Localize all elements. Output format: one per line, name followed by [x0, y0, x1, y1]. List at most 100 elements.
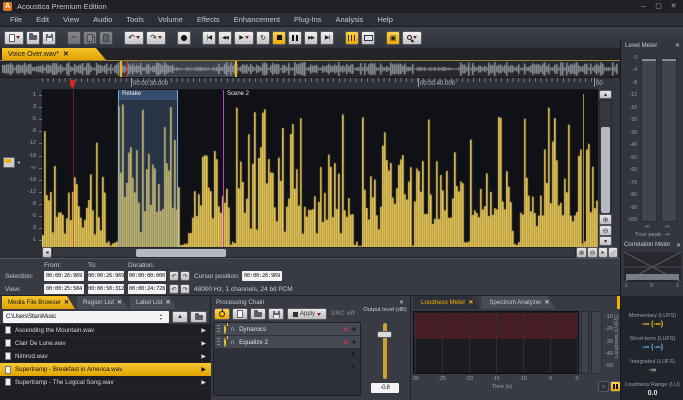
maximize-button[interactable]: ▢: [651, 0, 666, 13]
add-effect-button[interactable]: +: [347, 349, 359, 359]
zoom-vertical-menu-button[interactable]: ▾: [599, 236, 612, 246]
tab-spectrum-analyzer[interactable]: Spectrum Analyzer✕: [481, 296, 555, 309]
redo-button[interactable]: ↷: [146, 31, 166, 45]
timeline-ruler[interactable]: 00:00:30.00000:00:40.00000: [42, 78, 598, 90]
record-button[interactable]: [177, 31, 191, 45]
minimize-button[interactable]: –: [636, 0, 651, 13]
fast-forward-button[interactable]: ▶▶: [304, 31, 318, 45]
menu-view[interactable]: View: [56, 13, 86, 27]
zoom-in-button[interactable]: ⊕: [576, 247, 587, 258]
play-button[interactable]: ▶: [234, 31, 254, 45]
chain-open-button[interactable]: [250, 308, 266, 320]
cursor-position-field[interactable]: 00:00:26:969: [242, 271, 282, 281]
effect-row[interactable]: ∩Dynamics×+: [215, 323, 360, 336]
tab-close-icon[interactable]: ✕: [64, 299, 69, 306]
tab-media-file-browser[interactable]: Media File Browser✕: [2, 296, 75, 309]
vertical-scrollbar[interactable]: [599, 100, 612, 212]
marker-scene2-line[interactable]: [223, 90, 224, 247]
menu-audio[interactable]: Audio: [86, 13, 119, 27]
cursor-marker-icon[interactable]: [70, 80, 75, 89]
overview-view-window[interactable]: [120, 61, 237, 77]
drag-handle-icon[interactable]: [217, 338, 220, 347]
loop-selection-button[interactable]: ▣: [386, 31, 400, 45]
zoom-out-vertical-button[interactable]: ⊖: [599, 225, 612, 236]
menu-plugins[interactable]: Plug-Ins: [287, 13, 329, 27]
cut-button[interactable]: ✂: [67, 31, 81, 45]
menu-tools[interactable]: Tools: [119, 13, 151, 27]
rewind-button[interactable]: ◀◀: [218, 31, 232, 45]
file-play-icon[interactable]: ▶: [201, 366, 206, 373]
close-button[interactable]: ✕: [666, 0, 681, 13]
insert-effect-icon[interactable]: +: [348, 337, 360, 347]
menu-effects[interactable]: Effects: [190, 13, 227, 27]
undo-button[interactable]: ↶: [124, 31, 144, 45]
new-file-button[interactable]: [4, 31, 24, 45]
loop-playback-button[interactable]: ↻: [256, 31, 270, 45]
file-row[interactable]: Clair De Lune.wav▶: [0, 337, 211, 350]
file-play-icon[interactable]: ▶: [201, 327, 206, 334]
scroll-right-button[interactable]: ▸: [598, 247, 608, 258]
file-play-icon[interactable]: ▶: [201, 379, 206, 386]
paste-button[interactable]: [99, 31, 113, 45]
correlation-meter-close-icon[interactable]: ✕: [676, 242, 681, 249]
tab-loudness-meter[interactable]: Loudness Meter✕: [413, 296, 479, 309]
pause-button[interactable]: [288, 31, 302, 45]
file-row[interactable]: Supertramp - The Logical Song.wav▶: [0, 376, 211, 389]
scroll-up-button[interactable]: ▴: [599, 90, 612, 99]
menu-file[interactable]: File: [3, 13, 29, 27]
chain-new-button[interactable]: [232, 308, 248, 320]
combo-spinner-icon[interactable]: ▴▾: [160, 313, 162, 321]
open-file-button[interactable]: [26, 31, 40, 45]
effect-row[interactable]: ∩Equalize 2×+: [215, 336, 360, 349]
zoom-settings-button[interactable]: [608, 247, 618, 258]
region-retake[interactable]: Retake: [118, 90, 178, 247]
zoom-out-button[interactable]: ⊖: [587, 247, 598, 258]
effect-power-icon[interactable]: [224, 339, 226, 346]
tab-region-list[interactable]: Region List✕: [77, 296, 128, 309]
selection-redo-button[interactable]: ↷: [180, 271, 190, 281]
document-tab[interactable]: Voice Over.wav* ✕: [2, 48, 106, 60]
tab-close-icon[interactable]: ✕: [468, 299, 473, 306]
view-duration-field[interactable]: 00:00:24:728: [128, 284, 166, 294]
selection-from-field[interactable]: 00:00:26:969: [44, 271, 84, 281]
stop-button[interactable]: [272, 31, 286, 45]
tab-close-icon[interactable]: ✕: [166, 299, 171, 306]
zoom-tool-button[interactable]: [402, 31, 422, 45]
view-to-field[interactable]: 00:00:50:312: [88, 284, 124, 294]
selection-duration-field[interactable]: 00:00:00:000: [128, 271, 166, 281]
output-level-value[interactable]: -0.8: [371, 383, 399, 393]
drag-handle-icon[interactable]: [217, 325, 220, 334]
processing-chain-close-icon[interactable]: ✕: [399, 299, 404, 306]
browse-folder-button[interactable]: [190, 311, 207, 323]
selection-undo-button[interactable]: ↶: [169, 271, 179, 281]
zoom-in-vertical-button[interactable]: ⊕: [599, 214, 612, 225]
skip-to-start-button[interactable]: |◀: [202, 31, 216, 45]
tab-close-icon[interactable]: ✕: [544, 299, 549, 306]
overview-waveform[interactable]: [0, 60, 620, 78]
path-combobox[interactable]: C:\Users\Stian\Music: [3, 311, 169, 323]
headphones-icon[interactable]: ∩: [230, 326, 235, 333]
waveform-editor[interactable]: Retake Scene 2: [42, 90, 598, 247]
skip-to-end-button[interactable]: ▶|: [320, 31, 334, 45]
follow-playhead-button[interactable]: [345, 31, 359, 45]
view-undo-button[interactable]: ↶: [169, 284, 179, 294]
selection-to-field[interactable]: 00:00:26:969: [88, 271, 124, 281]
headphones-icon[interactable]: ∩: [230, 339, 235, 346]
tab-label-list[interactable]: Label List✕: [130, 296, 177, 309]
menu-volume[interactable]: Volume: [151, 13, 190, 27]
horizontal-scrollbar-handle[interactable]: [136, 249, 226, 257]
file-play-icon[interactable]: ▶: [201, 353, 206, 360]
file-row[interactable]: Ascending the Mountain.wav▶: [0, 324, 211, 337]
add-effect-button[interactable]: +: [347, 362, 359, 372]
file-play-icon[interactable]: ▶: [201, 340, 206, 347]
effect-power-icon[interactable]: [224, 326, 226, 333]
chain-bypass-button[interactable]: [214, 308, 230, 320]
loudness-reset-button[interactable]: ○: [598, 381, 609, 392]
vertical-scrollbar-handle[interactable]: [601, 127, 610, 213]
menu-edit[interactable]: Edit: [29, 13, 56, 27]
level-meter-close-icon[interactable]: ✕: [675, 42, 680, 49]
copy-button[interactable]: [83, 31, 97, 45]
scroll-left-button[interactable]: ◂: [42, 247, 52, 258]
document-tab-close-icon[interactable]: ✕: [63, 50, 69, 58]
menu-enhancement[interactable]: Enhancement: [227, 13, 287, 27]
